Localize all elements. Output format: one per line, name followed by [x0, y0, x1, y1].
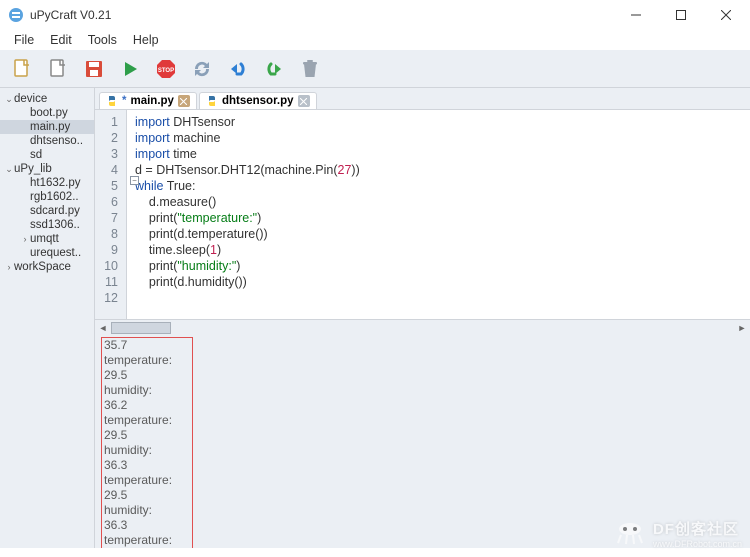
tree-item[interactable]: ht1632.py — [0, 176, 94, 190]
python-icon — [106, 95, 118, 107]
redo-button[interactable] — [258, 54, 290, 84]
svg-text:STOP: STOP — [158, 68, 174, 74]
close-button[interactable] — [703, 1, 748, 29]
minimize-button[interactable] — [613, 1, 658, 29]
editor-tabs: * main.py dhtsensor.py — [95, 88, 750, 110]
watermark-brand: DF创客社区 — [653, 518, 739, 539]
tree-item[interactable]: boot.py — [0, 106, 94, 120]
tab-filename: main.py — [130, 95, 173, 107]
titlebar: uPyCraft V0.21 — [0, 0, 750, 30]
menu-edit[interactable]: Edit — [42, 31, 80, 49]
tree-item[interactable]: ›umqtt — [0, 232, 94, 246]
new-file-button[interactable] — [6, 54, 38, 84]
watermark-url: www.DFRobot.com.cn — [653, 539, 742, 549]
scroll-right-icon[interactable]: ► — [734, 321, 750, 335]
tree-item[interactable]: ⌄device — [0, 92, 94, 106]
open-file-button[interactable] — [42, 54, 74, 84]
menu-tools[interactable]: Tools — [80, 31, 125, 49]
editor-tab[interactable]: * main.py — [99, 92, 197, 109]
run-button[interactable] — [114, 54, 146, 84]
python-icon — [206, 95, 218, 107]
file-tree[interactable]: ⌄deviceboot.pymain.pydhtsenso..sd⌄uPy_li… — [0, 88, 95, 548]
tree-item[interactable]: sd — [0, 148, 94, 162]
scroll-left-icon[interactable]: ◄ — [95, 321, 111, 335]
tree-item[interactable]: ⌄uPy_lib — [0, 162, 94, 176]
source[interactable]: import DHTsensorimport machineimport tim… — [127, 110, 750, 319]
output-highlight: 35.7temperature:29.5humidity:36.2tempera… — [101, 337, 193, 548]
tree-item[interactable]: main.py — [0, 120, 94, 134]
tree-item[interactable]: rgb1602.. — [0, 190, 94, 204]
delete-button[interactable] — [294, 54, 326, 84]
output-panel[interactable]: 35.7temperature:29.5humidity:36.2tempera… — [95, 335, 750, 548]
menu-file[interactable]: File — [6, 31, 42, 49]
app-icon — [8, 7, 24, 23]
dirty-marker: * — [122, 95, 126, 107]
tab-filename: dhtsensor.py — [222, 95, 294, 107]
scroll-thumb[interactable] — [111, 322, 171, 334]
tab-close-icon[interactable] — [298, 95, 310, 107]
df-logo-icon — [615, 519, 645, 549]
maximize-button[interactable] — [658, 1, 703, 29]
editor-tab[interactable]: dhtsensor.py — [199, 92, 317, 109]
fold-marker[interactable]: − — [130, 176, 139, 185]
menu-help[interactable]: Help — [125, 31, 167, 49]
save-button[interactable] — [78, 54, 110, 84]
stop-button[interactable]: STOP — [150, 54, 182, 84]
code-editor[interactable]: 123456789101112 import DHTsensorimport m… — [95, 110, 750, 319]
gutter: 123456789101112 — [95, 110, 127, 319]
watermark: DF创客社区 www.DFRobot.com.cn — [615, 518, 742, 549]
window-title: uPyCraft V0.21 — [30, 8, 613, 22]
undo-button[interactable] — [222, 54, 254, 84]
tree-item[interactable]: urequest.. — [0, 246, 94, 260]
tree-item[interactable]: ›workSpace — [0, 260, 94, 274]
sync-button[interactable] — [186, 54, 218, 84]
menubar: File Edit Tools Help — [0, 30, 750, 50]
tree-item[interactable]: dhtsenso.. — [0, 134, 94, 148]
toolbar: STOP — [0, 50, 750, 88]
tree-item[interactable]: sdcard.py — [0, 204, 94, 218]
horizontal-scrollbar[interactable]: ◄ ► — [95, 319, 750, 335]
tab-close-icon[interactable] — [178, 95, 190, 107]
tree-item[interactable]: ssd1306.. — [0, 218, 94, 232]
